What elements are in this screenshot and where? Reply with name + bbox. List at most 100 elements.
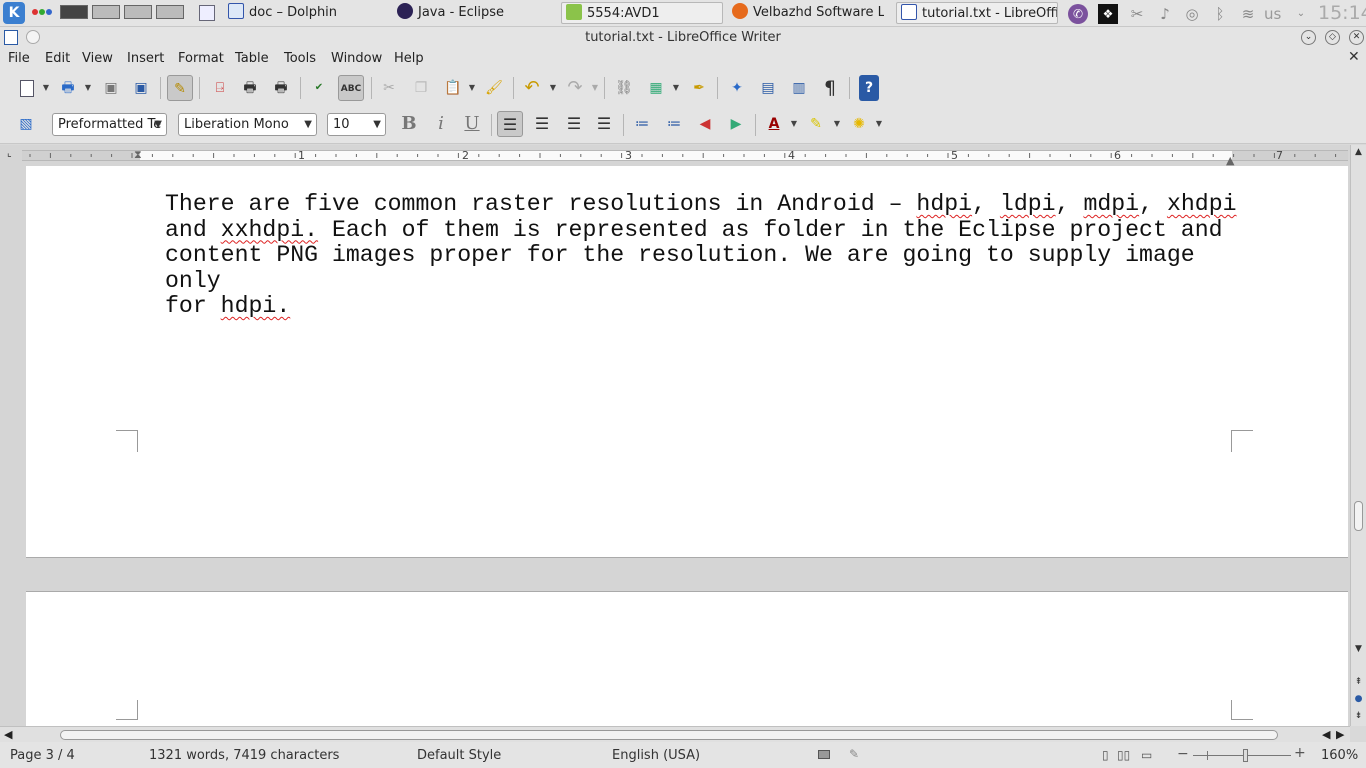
new-dropdown-icon[interactable]: ▼: [42, 75, 50, 101]
print-preview-icon[interactable]: 🖶: [268, 75, 294, 101]
spellcheck-icon[interactable]: ✔: [306, 75, 332, 101]
styles-formatting-icon[interactable]: ▧: [13, 111, 39, 137]
task-dolphin[interactable]: doc – Dolphin: [228, 2, 388, 24]
minimize-icon[interactable]: ⌄: [1301, 30, 1316, 45]
menu-tools[interactable]: Tools: [284, 50, 316, 68]
horizontal-ruler[interactable]: ⌞ 1 2 3 4 5 6 7 ⧗ ▲: [0, 145, 1366, 167]
print-dropdown-icon[interactable]: ▼: [84, 75, 92, 101]
redo-icon[interactable]: ↷: [562, 75, 588, 101]
menu-table[interactable]: Table: [235, 50, 269, 68]
task-writer[interactable]: tutorial.txt - LibreOffic: [896, 2, 1058, 24]
text-run[interactable]: and: [165, 217, 221, 243]
menu-file[interactable]: File: [8, 50, 30, 68]
highlighting-dropdown-icon[interactable]: ▼: [833, 111, 841, 137]
bullets-icon[interactable]: ≔: [661, 111, 687, 137]
viber-icon[interactable]: ✆: [1068, 4, 1088, 24]
align-center-icon[interactable]: ☰: [529, 111, 555, 137]
highlighting-icon[interactable]: ✎: [803, 111, 829, 137]
writer-app-icon[interactable]: [4, 30, 18, 45]
desktop-pager-1[interactable]: [60, 5, 88, 19]
menu-edit[interactable]: Edit: [45, 50, 70, 68]
page-style[interactable]: Default Style: [417, 748, 501, 763]
desktop-pager-3[interactable]: [124, 5, 152, 19]
paste-dropdown-icon[interactable]: ▼: [468, 75, 476, 101]
underline-icon[interactable]: U: [459, 111, 485, 137]
paste-icon[interactable]: 📋: [440, 75, 466, 101]
menu-view[interactable]: View: [82, 50, 113, 68]
italic-icon[interactable]: i: [428, 111, 454, 137]
save-icon[interactable]: ▣: [98, 75, 124, 101]
dropbox-icon[interactable]: ❖: [1098, 4, 1118, 24]
misspelled-word[interactable]: hdpi: [916, 191, 972, 217]
volume-icon[interactable]: ♪: [1155, 4, 1175, 24]
autospellcheck-icon[interactable]: ABC: [338, 75, 364, 101]
cut-icon[interactable]: ✂: [376, 75, 402, 101]
font-size-select[interactable]: 10 ▼: [327, 113, 386, 136]
vertical-scrollbar[interactable]: ▲ ▼ ⇞ ● ⇟: [1350, 145, 1366, 726]
background-dropdown-icon[interactable]: ▼: [875, 111, 883, 137]
desktop-pager-2[interactable]: [92, 5, 120, 19]
misspelled-word[interactable]: mdpi: [1083, 191, 1139, 217]
task-emulator[interactable]: 5554:AVD1: [561, 2, 723, 24]
close-window-icon[interactable]: ✕: [1349, 30, 1364, 45]
document-body-text[interactable]: There are five common raster resolutions…: [165, 191, 1257, 320]
save-as-icon[interactable]: ▣: [128, 75, 154, 101]
text-run[interactable]: ,: [972, 191, 1000, 217]
network-globe-icon[interactable]: ◎: [1182, 4, 1202, 24]
table-dropdown-icon[interactable]: ▼: [672, 75, 680, 101]
text-run[interactable]: Each of them is represented as folder in…: [165, 217, 1223, 320]
align-left-icon[interactable]: ☰: [497, 111, 523, 137]
font-name-select[interactable]: Liberation Mono ▼: [178, 113, 317, 136]
tray-expand-icon[interactable]: ⌄: [1291, 4, 1311, 24]
menu-insert[interactable]: Insert: [127, 50, 164, 68]
scroll-right-end-icon[interactable]: ▶: [1336, 728, 1344, 741]
undo-icon[interactable]: ↶: [519, 75, 545, 101]
zoom-out-icon[interactable]: −: [1177, 746, 1189, 762]
misspelled-word[interactable]: ldpi: [1000, 191, 1056, 217]
selection-mode-icon[interactable]: [818, 750, 830, 759]
zoom-slider[interactable]: [1193, 749, 1291, 762]
misspelled-word[interactable]: xhdpi: [1167, 191, 1237, 217]
menu-format[interactable]: Format: [178, 50, 224, 68]
formatting-marks-icon[interactable]: ¶: [817, 75, 843, 101]
scroll-right-icon[interactable]: ◀: [1322, 728, 1330, 741]
task-eclipse[interactable]: Java - Eclipse: [397, 2, 552, 24]
scroll-left-icon[interactable]: ◀: [4, 728, 12, 741]
bluetooth-icon[interactable]: ᛒ: [1210, 4, 1230, 24]
increase-indent-icon[interactable]: ▶: [723, 111, 749, 137]
menu-window[interactable]: Window: [331, 50, 382, 68]
text-run[interactable]: ,: [1139, 191, 1167, 217]
next-page-icon[interactable]: ⇟: [1351, 709, 1366, 724]
document-canvas[interactable]: There are five common raster resolutions…: [0, 166, 1350, 726]
book-view-icon[interactable]: ▭: [1141, 748, 1152, 762]
misspelled-word[interactable]: xxhdpi.: [221, 217, 318, 243]
zoom-in-icon[interactable]: +: [1294, 745, 1306, 761]
new-document-icon[interactable]: [14, 75, 40, 101]
keyboard-layout[interactable]: us: [1264, 5, 1281, 23]
paragraph-style-select[interactable]: Preformatted Te ▼: [52, 113, 167, 136]
undo-dropdown-icon[interactable]: ▼: [549, 75, 557, 101]
scroll-up-icon[interactable]: ▲: [1351, 145, 1366, 160]
scroll-down-icon[interactable]: ▼: [1351, 642, 1366, 657]
vertical-scroll-thumb[interactable]: [1354, 501, 1363, 531]
desktop-pager-4[interactable]: [156, 5, 184, 19]
navigator-icon[interactable]: ✦: [724, 75, 750, 101]
export-pdf-icon[interactable]: ⍈: [207, 75, 233, 101]
misspelled-word[interactable]: hdpi.: [221, 293, 291, 319]
decrease-indent-icon[interactable]: ◀: [692, 111, 718, 137]
hyperlink-icon[interactable]: ⛓: [611, 75, 637, 101]
language[interactable]: English (USA): [612, 748, 700, 763]
bold-icon[interactable]: B: [396, 111, 422, 137]
justify-icon[interactable]: ☰: [591, 111, 617, 137]
clipboard-icon[interactable]: [199, 5, 215, 21]
page-4[interactable]: [26, 591, 1348, 726]
zoom-level[interactable]: 160%: [1321, 748, 1358, 763]
menu-help[interactable]: Help: [394, 50, 424, 68]
help-icon[interactable]: ?: [859, 75, 879, 101]
font-color-dropdown-icon[interactable]: ▼: [790, 111, 798, 137]
copy-icon[interactable]: ❐: [408, 75, 434, 101]
task-firefox[interactable]: Velbazhd Software LLC: [732, 2, 884, 24]
data-sources-icon[interactable]: ▥: [786, 75, 812, 101]
left-indent-marker-icon[interactable]: ⧗: [134, 148, 142, 162]
clone-formatting-icon[interactable]: 🖌: [481, 75, 507, 101]
